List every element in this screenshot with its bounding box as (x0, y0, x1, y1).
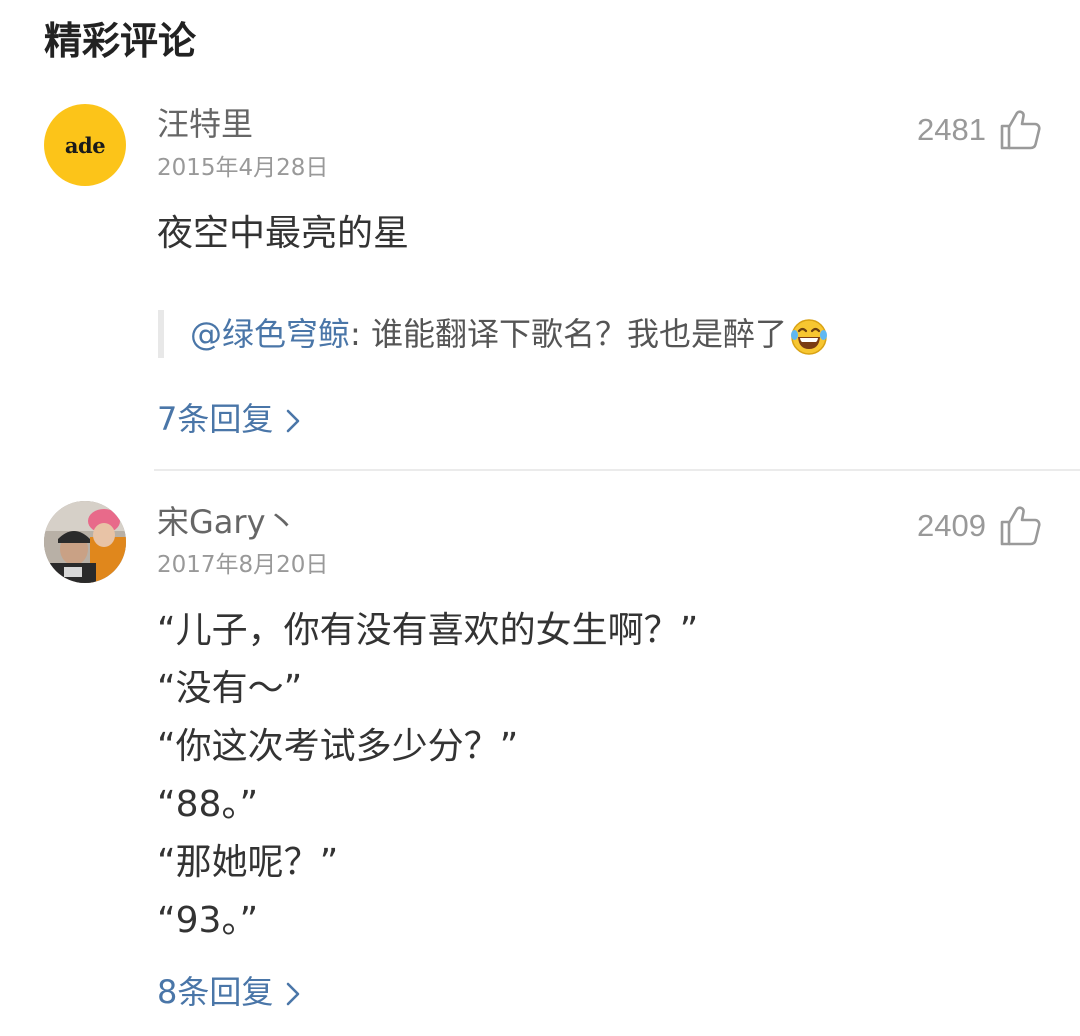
like-count: 2409 (917, 508, 986, 543)
comment-divider (154, 469, 1080, 471)
replies-link[interactable]: 8条回复 (157, 972, 301, 1012)
comment-date: 2015年4月28日 (157, 155, 329, 181)
quote-text: 谁能翻译下歌名？我也是醉了 (370, 315, 787, 353)
section-title: 精彩评论 (44, 19, 197, 63)
chevron-right-icon (287, 982, 300, 1006)
avatar[interactable]: ade (44, 104, 126, 186)
thumbs-up-icon[interactable] (998, 504, 1042, 548)
chevron-right-icon (287, 409, 300, 433)
username[interactable]: 汪特里 (157, 104, 253, 144)
replies-link[interactable]: 7条回复 (157, 399, 301, 439)
content-line: “儿子，你有没有喜欢的女生啊？” (157, 610, 699, 651)
quote-separator: : (350, 315, 371, 353)
content-line: “88。” (157, 784, 259, 825)
avatar-photo (44, 501, 126, 583)
like-button[interactable]: 2409 (917, 502, 1042, 550)
content-line: “没有～” (157, 668, 303, 709)
mention-link[interactable]: @绿色穹鲸 (190, 315, 350, 353)
replies-label: 8条回复 (157, 973, 274, 1011)
username[interactable]: 宋Gary丶 (157, 502, 298, 542)
comment-content: “儿子，你有没有喜欢的女生啊？” “没有～” “你这次考试多少分？” “88。”… (157, 602, 698, 950)
content-line: “你这次考试多少分？” (157, 726, 519, 767)
quoted-reply[interactable]: @绿色穹鲸: 谁能翻译下歌名？我也是醉了 (158, 310, 829, 358)
comment-content: 夜空中最亮的星 (157, 205, 409, 263)
like-count: 2481 (917, 112, 986, 147)
avatar[interactable] (44, 501, 126, 583)
avatar-text: ade (64, 132, 106, 158)
thumbs-up-icon[interactable] (998, 108, 1042, 152)
laughing-tears-emoji-icon (790, 319, 827, 355)
like-button[interactable]: 2481 (917, 106, 1042, 154)
comment-date: 2017年8月20日 (157, 552, 329, 578)
replies-label: 7条回复 (157, 400, 274, 438)
content-line: 夜空中最亮的星 (157, 213, 410, 254)
content-line: “那她呢？” (157, 842, 339, 883)
content-line: “93。” (157, 900, 259, 941)
